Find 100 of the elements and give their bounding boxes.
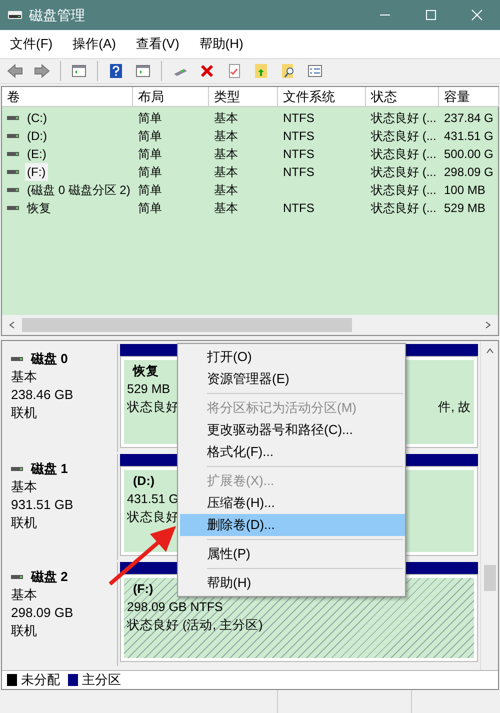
column-header[interactable]: 卷: [2, 87, 133, 107]
partition-info: 状态良好: [127, 509, 179, 526]
column-header[interactable]: 布局: [133, 87, 209, 107]
menu-item[interactable]: 操作(A): [66, 34, 123, 54]
menu-item[interactable]: 格式化(F)...: [180, 441, 405, 463]
table-cell-text: NTFS: [283, 128, 314, 145]
disk-status: 联机: [11, 514, 38, 532]
table-cell-text: 基本: [214, 110, 238, 127]
table-cell-text: 状态良好 (...: [371, 200, 436, 217]
table-cell-text: 状态良好 (...: [371, 146, 436, 163]
menu-item[interactable]: 压缩卷(H)...: [180, 492, 405, 514]
horizontal-scrollbar[interactable]: [2, 315, 498, 335]
menu-item[interactable]: 属性(P): [180, 543, 405, 565]
menu-item[interactable]: 查看(V): [128, 34, 186, 54]
window-title: 磁盘管理: [29, 6, 85, 24]
volume-name[interactable]: 恢复: [25, 199, 53, 217]
folder-search-icon: [280, 63, 296, 79]
drive-icon: [11, 573, 23, 581]
table-cell-text: 基本: [214, 164, 238, 181]
table-cell-text: 简单: [138, 146, 162, 163]
drive-icon: [7, 204, 19, 212]
scroll-up-icon: [486, 347, 494, 355]
disk-type: 基本: [11, 368, 38, 386]
table-cell-text: 简单: [138, 164, 162, 181]
legend-label: 未分配: [21, 671, 60, 690]
panel-icon: [135, 63, 151, 79]
legend-label: 主分区: [82, 671, 121, 690]
column-header[interactable]: 容量: [439, 87, 499, 107]
menu-item[interactable]: 文件(F): [3, 34, 60, 54]
help-icon: [108, 63, 124, 79]
table-cell-text: 基本: [214, 182, 238, 199]
partition-info: 状态良好: [127, 399, 179, 416]
column-header[interactable]: 类型: [209, 87, 278, 107]
table-cell-text: 简单: [138, 182, 162, 199]
table-cell-text: 基本: [214, 200, 238, 217]
drive-icon: [11, 355, 23, 363]
disk-name: 磁盘 1: [31, 460, 68, 478]
drive-icon: [7, 186, 19, 194]
maximize-icon: [425, 9, 437, 21]
scroll-right-icon: [484, 321, 492, 329]
table-cell-text: 状态良好 (...: [371, 110, 436, 127]
disk-name: 磁盘 0: [31, 350, 68, 368]
disk-status: 联机: [11, 622, 38, 640]
column-header[interactable]: 状态: [366, 87, 439, 107]
column-header[interactable]: 文件系统: [278, 87, 366, 107]
partition-info: 状态良好 (活动, 主分区): [127, 617, 263, 634]
scroll-left-icon: [8, 321, 16, 329]
table-cell-text: NTFS: [283, 200, 314, 217]
back-arrow-icon: [7, 63, 23, 79]
table-cell-text: 简单: [138, 200, 162, 217]
disk-size: 298.09 GB: [11, 604, 74, 622]
table-cell-text: 状态良好 (...: [371, 164, 436, 181]
table-cell-text: 100 MB: [444, 182, 486, 199]
volume-name[interactable]: (D:): [25, 127, 49, 145]
disk-name: 磁盘 2: [31, 568, 68, 586]
delete-icon: [199, 63, 215, 79]
forward-arrow-icon: [34, 63, 50, 79]
table-cell-text: 237.84 G: [444, 110, 494, 127]
partition-name: 恢复: [132, 363, 159, 380]
disk-status: 联机: [11, 404, 38, 422]
volume-name[interactable]: (磁盘 0 磁盘分区 2): [25, 181, 132, 199]
volume-name[interactable]: (F:): [25, 163, 48, 181]
volume-name[interactable]: (E:): [25, 145, 48, 163]
table-cell-text: NTFS: [283, 164, 314, 181]
drive-icon: [11, 465, 23, 473]
disk-size: 238.46 GB: [11, 386, 74, 404]
partition-info: 件, 故: [438, 399, 472, 416]
table-cell-text: 基本: [214, 128, 238, 145]
drive-icon: [7, 132, 19, 140]
drive-icon: [7, 150, 19, 158]
menu-item[interactable]: 删除卷(D)...: [180, 514, 405, 536]
checklist-icon: [226, 63, 242, 79]
table-cell-text: NTFS: [283, 146, 314, 163]
scrollbar-thumb[interactable]: [22, 318, 352, 332]
vertical-scrollbar[interactable]: [480, 341, 498, 670]
panel-icon: [71, 63, 87, 79]
table-cell-text: 简单: [138, 128, 162, 145]
partition-info: 529 MB: [127, 381, 170, 398]
table-cell-text: 431.51 G: [444, 128, 494, 145]
close-icon: [471, 9, 483, 21]
scrollbar-thumb[interactable]: [484, 565, 496, 591]
disk-type: 基本: [11, 478, 38, 496]
drive-icon: [7, 114, 19, 122]
table-cell-text: 529 MB: [444, 200, 486, 217]
table-cell-text: 状态良好 (...: [371, 182, 436, 199]
volume-name[interactable]: (C:): [25, 109, 49, 127]
partition-name: (F:): [132, 581, 154, 598]
partition-name: (D:): [132, 473, 155, 490]
drive-icon: [7, 8, 23, 22]
disk-type: 基本: [11, 586, 38, 604]
table-cell-text: 简单: [138, 110, 162, 127]
disk-size: 931.51 GB: [11, 496, 74, 514]
table-cell-text: 状态良好 (...: [371, 128, 436, 145]
table-cell-text: NTFS: [283, 110, 314, 127]
partition-info: 298.09 GB NTFS: [127, 599, 223, 616]
table-cell-text: 500.00 G: [444, 146, 494, 163]
menu-item[interactable]: 帮助(H): [192, 34, 250, 54]
table-cell-text: 298.09 G: [444, 164, 494, 181]
list-icon: [307, 63, 323, 79]
drive-icon: [7, 168, 19, 176]
